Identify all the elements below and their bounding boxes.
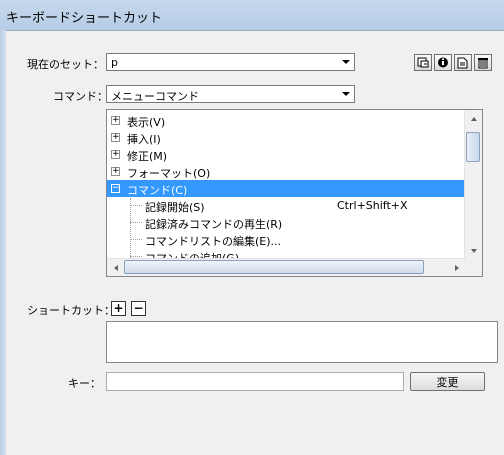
tree-item-view[interactable]: + 表示(V): [107, 112, 465, 129]
title-bar: キーボードショートカット: [0, 0, 504, 30]
current-set-value: p: [111, 56, 118, 69]
commands-dropdown[interactable]: メニューコマンド: [106, 85, 355, 103]
tree-guide-line: [130, 239, 142, 240]
scroll-left-button[interactable]: [107, 259, 124, 276]
tree-item-label: 記録済みコマンドの再生(R): [145, 218, 283, 231]
tree-item-label: コマンドリストの編集(E)...: [145, 235, 282, 248]
vertical-scrollbar[interactable]: [464, 110, 482, 259]
tree-item-start-recording[interactable]: 記録開始(S) Ctrl+Shift+X: [107, 197, 465, 214]
info-icon: [438, 57, 448, 68]
command-tree[interactable]: + 表示(V) + 挿入(I) + 修正(M) + フォーマット(O) − コマ…: [106, 109, 483, 277]
scroll-up-button[interactable]: [465, 110, 482, 127]
shortcut-label: ショートカット：: [27, 304, 115, 317]
rename-set-button[interactable]: [434, 54, 452, 71]
tree-item-play-recorded[interactable]: 記録済みコマンドの再生(R): [107, 214, 465, 231]
arrow-right-icon: [454, 264, 459, 271]
collapse-icon[interactable]: −: [111, 184, 120, 193]
tree-item-edit-command-list[interactable]: コマンドリストの編集(E)...: [107, 231, 465, 248]
tree-item-label: 挿入(I): [127, 133, 161, 146]
arrow-down-icon: [470, 248, 477, 253]
horizontal-scrollbar[interactable]: [107, 258, 465, 276]
export-set-button[interactable]: [454, 54, 472, 71]
shortcut-list[interactable]: [106, 321, 498, 363]
expand-icon[interactable]: +: [111, 167, 120, 176]
tree-item-label: 修正(M): [127, 150, 168, 163]
tree-item-shortcut: Ctrl+Shift+X: [337, 199, 408, 212]
scrollbar-corner: [465, 259, 482, 276]
remove-shortcut-button[interactable]: −: [131, 301, 146, 316]
scroll-right-button[interactable]: [448, 259, 465, 276]
delete-set-button[interactable]: [474, 54, 492, 71]
tree-item-modify[interactable]: + 修正(M): [107, 146, 465, 163]
tree-item-label: コマンド(C): [127, 184, 188, 197]
minus-icon: −: [133, 301, 144, 315]
current-set-dropdown[interactable]: p: [106, 53, 355, 71]
add-shortcut-button[interactable]: +: [111, 301, 126, 316]
plus-icon: +: [113, 301, 124, 315]
window-title: キーボードショートカット: [6, 11, 163, 26]
change-button[interactable]: 変更: [410, 372, 485, 391]
tree-guide-line: [130, 222, 142, 223]
vertical-scroll-thumb[interactable]: [466, 132, 480, 162]
tree-item-label: 表示(V): [127, 116, 166, 129]
duplicate-icon: [417, 57, 429, 68]
arrow-left-icon: [113, 264, 118, 271]
tree-item-label: 記録開始(S): [145, 201, 205, 214]
key-label: キー：: [68, 377, 101, 390]
chevron-down-icon: [337, 86, 354, 102]
chevron-down-icon: [337, 54, 354, 70]
commands-label: コマンド：: [53, 90, 108, 103]
expand-icon[interactable]: +: [111, 150, 120, 159]
tree-item-format[interactable]: + フォーマット(O): [107, 163, 465, 180]
keyboard-shortcuts-window: キーボードショートカット 現在のセット： p コマンド： メニューコマンド + …: [0, 0, 504, 455]
arrow-up-icon: [470, 116, 477, 121]
expand-icon[interactable]: +: [111, 133, 120, 142]
export-icon: [457, 57, 468, 69]
scroll-down-button[interactable]: [465, 242, 482, 259]
current-set-label: 現在のセット：: [27, 58, 104, 71]
tree-guide-line: [130, 205, 142, 206]
tree-item-label: フォーマット(O): [127, 167, 211, 180]
tree-guide-line: [130, 256, 142, 257]
commands-value: メニューコマンド: [111, 90, 199, 103]
duplicate-set-button[interactable]: [414, 54, 432, 71]
dialog-content: 現在のセット： p コマンド： メニューコマンド + 表示(V) + 挿入(I)…: [6, 30, 504, 455]
horizontal-scroll-thumb[interactable]: [124, 260, 424, 274]
key-input[interactable]: [106, 372, 404, 391]
trash-icon: [478, 58, 488, 69]
expand-icon[interactable]: +: [111, 116, 120, 125]
tree-item-commands[interactable]: − コマンド(C): [107, 180, 465, 197]
tree-item-insert[interactable]: + 挿入(I): [107, 129, 465, 146]
